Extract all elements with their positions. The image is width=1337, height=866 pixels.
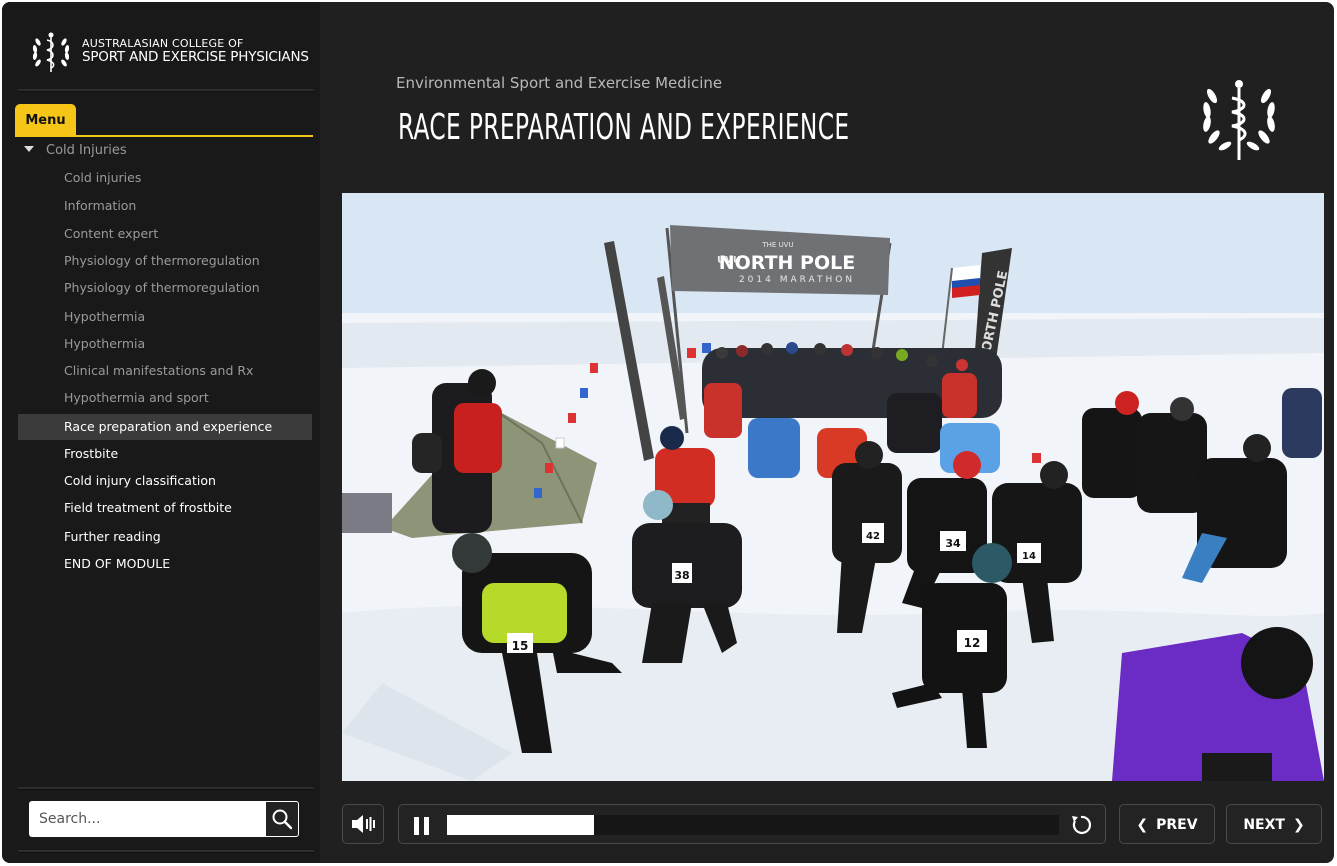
chevron-right-icon: ❯ xyxy=(1292,817,1305,833)
menu-item[interactable]: Hypothermia and sport xyxy=(18,385,312,411)
volume-button[interactable] xyxy=(342,804,384,844)
menu-item[interactable]: Frostbite xyxy=(18,441,312,467)
menu-item[interactable]: Hypothermia xyxy=(18,331,312,357)
menu-item[interactable]: Physiology of thermoregulation xyxy=(18,248,312,274)
bib-number: 42 xyxy=(866,531,880,542)
menu-section-label: Cold Injuries xyxy=(46,143,127,158)
chevron-left-icon: ❮ xyxy=(1136,817,1149,833)
pause-button[interactable] xyxy=(414,817,432,835)
slide-photo: NORTH POLE THE UVU UVU NORTH POLE 2014 M… xyxy=(342,193,1324,781)
menu-item[interactable]: Cold injuries xyxy=(18,165,312,191)
bib-number: 12 xyxy=(964,636,981,650)
pause-icon xyxy=(424,817,429,835)
menu-item[interactable]: Field treatment of frostbite xyxy=(18,495,312,521)
playback-bar xyxy=(398,804,1106,844)
next-label: NEXT xyxy=(1243,817,1285,833)
menu-item[interactable]: END OF MODULE xyxy=(18,551,312,577)
banner-year-text: 2014 MARATHON xyxy=(739,275,855,285)
prev-button[interactable]: ❮ PREV xyxy=(1119,804,1215,844)
volume-icon xyxy=(352,815,375,833)
divider xyxy=(18,89,314,92)
laurel-emblem-icon xyxy=(1203,80,1275,160)
menu-item[interactable]: Clinical manifestations and Rx xyxy=(18,358,312,384)
college-name-line2: SPORT AND EXERCISE PHYSICIANS xyxy=(82,49,309,65)
caret-down-icon xyxy=(24,146,34,152)
progress-bar[interactable] xyxy=(447,815,1059,835)
bib-number: 15 xyxy=(512,639,529,653)
race-start-scene: NORTH POLE THE UVU UVU NORTH POLE 2014 M… xyxy=(342,193,1324,781)
menu-item[interactable]: Hypothermia xyxy=(18,304,312,330)
menu-item[interactable]: Physiology of thermoregulation xyxy=(18,275,312,301)
bib-number: 38 xyxy=(674,569,689,582)
sidebar: AUSTRALASIAN COLLEGE OF SPORT AND EXERCI… xyxy=(2,2,320,863)
menu-item[interactable]: Information xyxy=(18,193,312,219)
college-logo: AUSTRALASIAN COLLEGE OF SPORT AND EXERCI… xyxy=(28,28,313,74)
progress-fill xyxy=(447,815,594,835)
course-title: Environmental Sport and Exercise Medicin… xyxy=(396,74,723,92)
search-icon xyxy=(272,809,293,830)
menu-item[interactable]: Cold injury classification xyxy=(18,468,312,494)
menu-item[interactable]: Further reading xyxy=(18,524,312,550)
divider xyxy=(18,787,314,790)
search-input[interactable] xyxy=(29,801,265,837)
menu-section-cold-injuries[interactable]: Cold Injuries xyxy=(24,143,127,158)
prev-label: PREV xyxy=(1156,817,1198,833)
pause-icon xyxy=(414,817,419,835)
slide-title: RACE PREPARATION AND EXPERIENCE xyxy=(398,107,850,148)
bib-number: 14 xyxy=(1022,551,1036,562)
banner-title-text: NORTH POLE xyxy=(719,252,855,274)
course-player: AUSTRALASIAN COLLEGE OF SPORT AND EXERCI… xyxy=(2,2,1334,863)
bib-number: 34 xyxy=(945,537,961,550)
menu-tab[interactable]: Menu xyxy=(15,104,76,136)
replay-icon[interactable] xyxy=(1069,813,1093,837)
search-box xyxy=(29,801,299,837)
divider xyxy=(18,850,314,853)
laurel-emblem-icon xyxy=(32,32,70,72)
banner-small-text: THE UVU xyxy=(761,241,793,249)
search-button[interactable] xyxy=(265,801,299,837)
menu-item[interactable]: Content expert xyxy=(18,221,312,247)
menu-item-active[interactable]: Race preparation and experience xyxy=(18,414,312,440)
menu-underline xyxy=(15,135,313,137)
next-button[interactable]: NEXT ❯ xyxy=(1226,804,1322,844)
